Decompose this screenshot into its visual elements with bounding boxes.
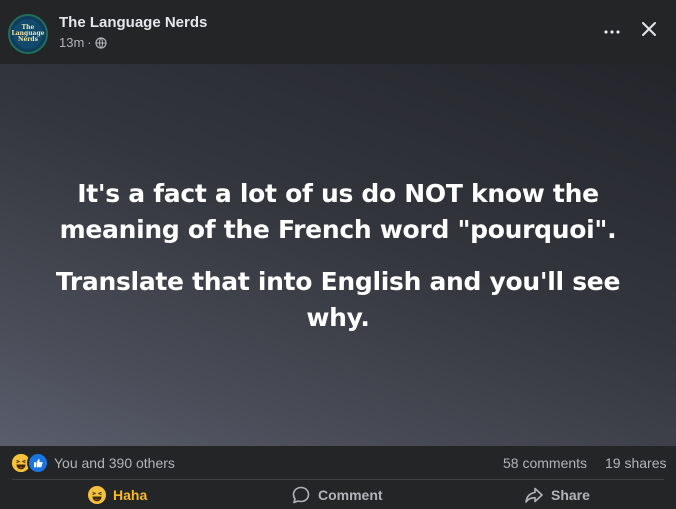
post-text-paragraph-1: It's a fact a lot of us do NOT know the …: [59, 179, 617, 244]
haha-label: Haha: [113, 486, 148, 503]
meta-separator: ·: [87, 35, 92, 50]
post-timestamp[interactable]: 13m: [59, 35, 84, 50]
haha-icon: [88, 485, 106, 504]
post-text-card[interactable]: It's a fact a lot of us do NOT know the …: [0, 64, 676, 446]
close-icon: [641, 21, 657, 42]
share-icon: [524, 485, 544, 505]
shares-count[interactable]: 19 shares: [605, 455, 666, 471]
post-meta: 13m ·: [59, 35, 107, 50]
share-button[interactable]: Share: [524, 480, 590, 509]
more-options-button[interactable]: [599, 18, 625, 44]
haha-button[interactable]: Haha: [88, 480, 147, 509]
close-button[interactable]: [636, 18, 662, 44]
share-label: Share: [551, 486, 590, 503]
post-action-bar: Haha Comment Share: [0, 480, 676, 509]
reactors-text[interactable]: You and 390 others: [54, 455, 175, 471]
comment-button[interactable]: Comment: [291, 480, 383, 509]
post-header: The Language Nerds The Language Nerds 13…: [0, 0, 676, 64]
post-dialog: The Language Nerds The Language Nerds 13…: [0, 0, 676, 509]
page-name-link[interactable]: The Language Nerds: [59, 14, 207, 31]
comment-label: Comment: [318, 486, 383, 503]
globe-icon: [95, 36, 107, 49]
reactions-summary: You and 390 others 58 comments 19 shares: [0, 446, 676, 480]
more-horizontal-icon: [603, 22, 621, 40]
comment-icon: [291, 485, 311, 505]
avatar-logo: The Language Nerds: [12, 19, 44, 49]
page-avatar[interactable]: The Language Nerds: [8, 14, 48, 54]
comments-count[interactable]: 58 comments: [503, 455, 587, 471]
reaction-icons[interactable]: [10, 452, 50, 474]
post-text-paragraph-2: Translate that into English and you'll s…: [55, 267, 621, 332]
like-reaction-icon: [27, 452, 49, 474]
